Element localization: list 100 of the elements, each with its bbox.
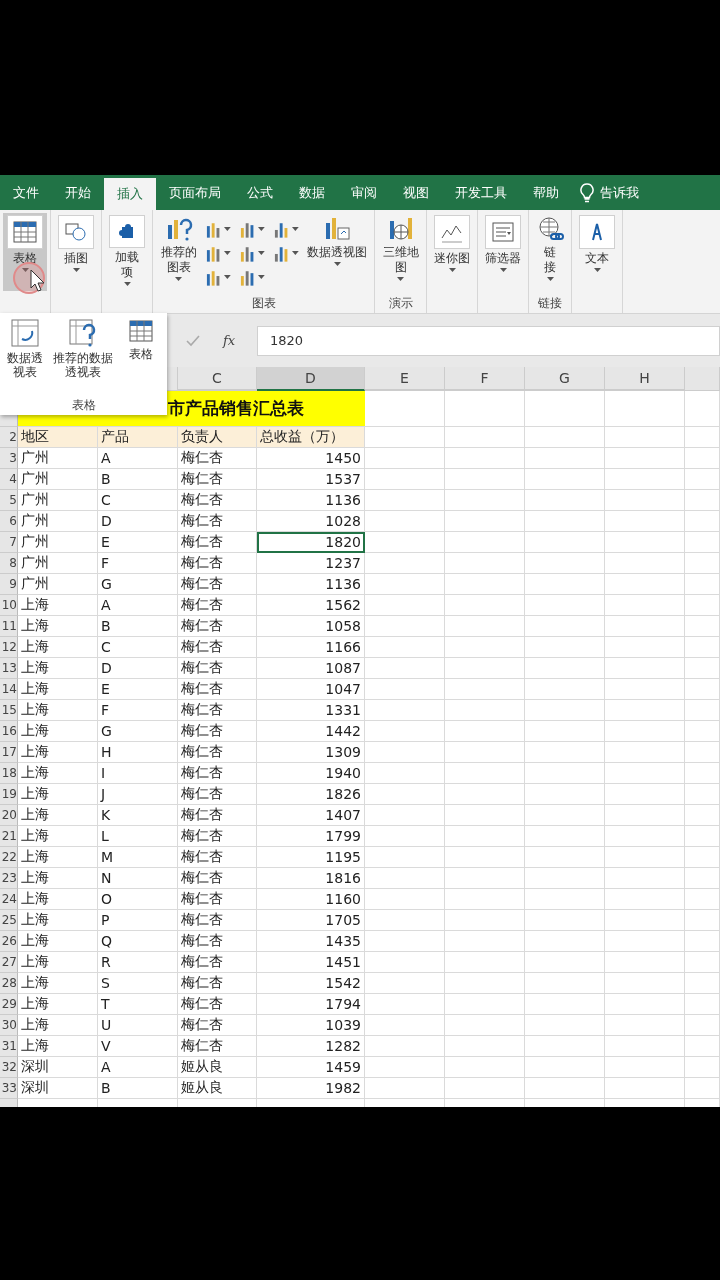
table-cell: Q [98,931,178,952]
row-number[interactable]: 12 [0,637,18,658]
row-number[interactable]: 7 [0,532,18,553]
table-cell: 上海 [18,847,98,868]
row-number[interactable]: 11 [0,616,18,637]
row-number[interactable]: 27 [0,952,18,973]
function-button[interactable]: fx [209,333,249,348]
ribbon-button[interactable]: 三维地图 [378,213,424,291]
ribbon-button[interactable]: 推荐的图表 [156,213,202,291]
table-cell: 广州 [18,532,98,553]
row-number[interactable]: 24 [0,889,18,910]
ribbon-tab[interactable]: 审阅 [338,175,390,210]
ribbon-tab[interactable]: 帮助 [520,175,572,210]
row-number[interactable]: 26 [0,931,18,952]
ribbon-button[interactable]: 链接 [532,213,569,291]
column-header[interactable]: C [178,367,257,391]
row-number[interactable]: 5 [0,490,18,511]
row-number[interactable]: 33 [0,1078,18,1099]
row-number[interactable]: 30 [0,1015,18,1036]
column-header[interactable]: G [525,367,605,391]
table-cell: 上海 [18,742,98,763]
table-cell: 梅仁杏 [178,1015,257,1036]
caret-icon [21,268,29,273]
row-number[interactable]: 8 [0,553,18,574]
pivot-chart-icon [323,215,352,243]
ribbon-button[interactable]: 迷你图 [430,213,475,291]
table-cell: 梅仁杏 [178,868,257,889]
table-cell: 深圳 [18,1078,98,1099]
table-cell: 上海 [18,784,98,805]
ribbon-tab[interactable]: 公式 [234,175,286,210]
row-number[interactable]: 23 [0,868,18,889]
ribbon-tab[interactable]: 页面布局 [156,175,234,210]
row-number[interactable]: 28 [0,973,18,994]
row-number[interactable]: 10 [0,595,18,616]
table-cell: 1039 [257,1015,365,1036]
table-cell: 梅仁杏 [178,952,257,973]
ribbon-button[interactable]: 加载项 [105,213,149,291]
row-number[interactable]: 3 [0,448,18,469]
table-cell: 1047 [257,679,365,700]
table-cell: O [98,889,178,910]
ribbon-tab[interactable]: 插入 [104,178,156,210]
table-cell: 1442 [257,721,365,742]
ribbon-button[interactable]: 数据透视图 [303,213,372,291]
table-cell: 梅仁杏 [178,889,257,910]
column-header[interactable]: F [445,367,525,391]
row-number[interactable]: 15 [0,700,18,721]
row-number[interactable]: 19 [0,784,18,805]
row-number[interactable]: 20 [0,805,18,826]
table-cell: 广州 [18,553,98,574]
table-cell: 1982 [257,1078,365,1099]
table-cell: 梅仁杏 [178,448,257,469]
row-number[interactable]: 17 [0,742,18,763]
table-cell: 1459 [257,1057,365,1078]
ribbon-button[interactable]: 插图 [54,213,98,291]
column-header[interactable]: H [605,367,685,391]
table-cell: 梅仁杏 [178,910,257,931]
table-cell: 上海 [18,889,98,910]
ribbon-button[interactable]: 筛选器 [481,213,526,291]
ribbon-tab[interactable]: 视图 [390,175,442,210]
ribbon-tab[interactable]: 文件 [0,175,52,210]
row-number[interactable]: 14 [0,679,18,700]
row-number[interactable]: 29 [0,994,18,1015]
group-label: 表格 [70,397,97,414]
column-header[interactable]: D [257,367,365,391]
row-number[interactable]: 18 [0,763,18,784]
menu-item[interactable]: 表格 [118,317,164,397]
table-cell: 梅仁杏 [178,847,257,868]
row-number[interactable]: 22 [0,847,18,868]
row-number[interactable]: 2 [0,427,18,448]
column-header[interactable]: E [365,367,445,391]
row-number[interactable]: 21 [0,826,18,847]
table-cell: A [98,1057,178,1078]
ribbon-tab[interactable]: 数据 [286,175,338,210]
row-number[interactable]: 31 [0,1036,18,1057]
row-number[interactable]: 9 [0,574,18,595]
ribbon-tab[interactable]: 开发工具 [442,175,520,210]
tell-me-search[interactable]: 告诉我 [600,183,639,202]
check-icon[interactable] [185,333,201,348]
ribbon-button[interactable]: 表格 [3,213,47,291]
table-cell: 梅仁杏 [178,469,257,490]
table-cell: 梅仁杏 [178,742,257,763]
menu-item[interactable]: 推荐的数据透视表 [50,317,116,397]
ribbon-button[interactable]: 文本 [575,213,620,291]
row-number[interactable]: 32 [0,1057,18,1078]
row-number[interactable]: 13 [0,658,18,679]
row-number[interactable]: 6 [0,511,18,532]
menu-item[interactable]: 数据透视表 [2,317,48,397]
ribbon-tab[interactable]: 开始 [52,175,104,210]
table-cell: B [98,469,178,490]
table-cell: C [98,490,178,511]
row-number[interactable]: 16 [0,721,18,742]
table-cell: 梅仁杏 [178,658,257,679]
row-number[interactable]: 25 [0,910,18,931]
table-cell: 梅仁杏 [178,826,257,847]
formula-field[interactable]: 1820 [257,325,720,356]
table-cell: A [98,448,178,469]
table-cell: 1450 [257,448,365,469]
row-number[interactable]: 4 [0,469,18,490]
table-cell: L [98,826,178,847]
table-cell: 1058 [257,616,365,637]
